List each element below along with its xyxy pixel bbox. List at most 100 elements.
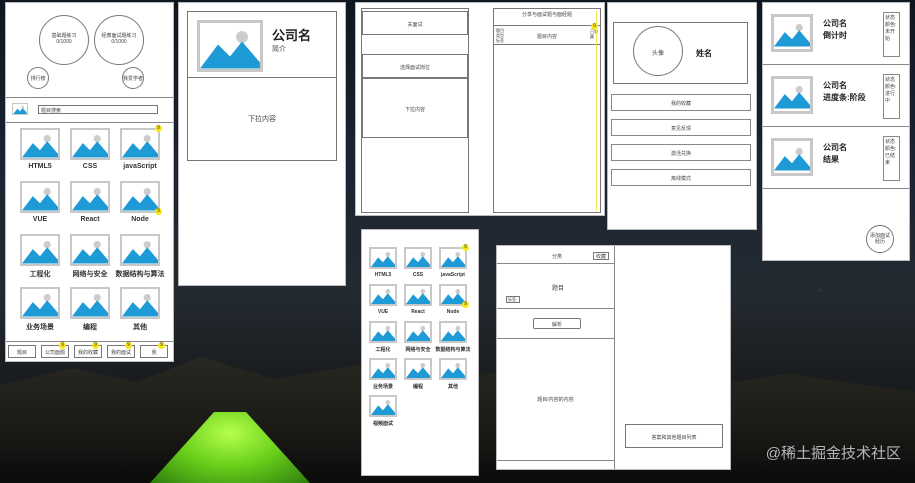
form-box[interactable]: 关面试 xyxy=(362,11,468,35)
status-text: 状态 颜色: 已结 束 xyxy=(885,139,897,166)
profile-menu-label: 我的收藏 xyxy=(670,101,691,107)
category-item[interactable]: React xyxy=(404,284,432,321)
ranking-button[interactable]: 排行榜 xyxy=(27,67,49,89)
category-item[interactable]: Node 9 xyxy=(120,181,162,234)
category-image-icon xyxy=(70,234,110,266)
count-badge: 9 xyxy=(155,125,162,132)
tab-favorite[interactable]: 收藏 xyxy=(593,252,609,260)
search-image-icon xyxy=(12,103,28,115)
divider xyxy=(188,77,336,78)
watermark: @稀土掘金技术社区 xyxy=(765,445,901,462)
category-item[interactable]: 业务场景 xyxy=(20,287,60,340)
search-input[interactable]: 题目搜索 xyxy=(38,105,158,114)
category-image-icon xyxy=(404,284,432,306)
divider xyxy=(497,338,614,339)
practice-circle-basic[interactable]: 基础题练习 0/1000 xyxy=(39,15,89,65)
practice-title: 经典面试题练习 xyxy=(101,33,137,39)
plan-label: 我爱学者 xyxy=(123,76,144,82)
nav-button[interactable]: 公司面题 9 xyxy=(41,342,69,358)
answer-button[interactable]: 解析 xyxy=(533,318,581,329)
category-item[interactable]: 数据结构与算法 xyxy=(435,321,471,358)
tab-favorite-label: 收藏 xyxy=(595,254,606,260)
company-card[interactable]: 公司名 简介 下拉内容 xyxy=(187,11,337,161)
interview-row[interactable]: 公司名 结果 状态 颜色: 已结 束 xyxy=(763,132,909,189)
category-item[interactable]: 网络与安全 xyxy=(70,234,110,287)
nav-badge: 9 xyxy=(59,342,66,349)
nav-label: 我的面试 xyxy=(110,350,131,356)
wireframe-interview-list: 公司名 倒计时 状态 颜色: 未开 始公司名 进度条:阶段 状态 颜色: 进行 中公司名… xyxy=(762,2,910,261)
category-item[interactable]: 网络与安全 xyxy=(404,321,432,358)
question-body: 题目/内容的内容 xyxy=(537,397,574,403)
tab-category[interactable]: 分类 xyxy=(552,253,562,260)
nav-button[interactable]: 我的面试 9 xyxy=(107,342,135,358)
category-item[interactable]: HTML5 xyxy=(369,247,397,284)
category-label: Node xyxy=(131,216,149,223)
category-item[interactable]: 编程 xyxy=(404,358,432,395)
count-badge: 9 xyxy=(155,208,162,215)
interview-row[interactable]: 公司名 进度条:阶段 状态 颜色: 进行 中 xyxy=(763,70,909,127)
category-item[interactable]: VUE xyxy=(20,181,60,234)
category-image-icon xyxy=(369,247,397,269)
profile-menu-item[interactable]: 我的收藏 xyxy=(611,94,751,111)
avatar[interactable]: 头像 xyxy=(633,26,683,76)
category-item[interactable]: 数据结构与算法 xyxy=(116,234,165,287)
category-item[interactable]: 其他 xyxy=(439,358,467,395)
nav-button[interactable]: 题目 xyxy=(8,345,36,358)
plan-button[interactable]: 我爱学者 xyxy=(122,67,144,89)
category-item[interactable]: Node 9 xyxy=(439,284,469,321)
category-item[interactable]: VUE xyxy=(369,284,397,321)
profile-menu-label: 意见反馈 xyxy=(670,126,691,132)
category-item[interactable]: CSS xyxy=(404,247,432,284)
role-select[interactable]: 选择面试岗位 xyxy=(362,54,468,78)
divider xyxy=(6,97,173,98)
category-item[interactable]: javaScript 9 xyxy=(120,125,162,181)
status-badge: 状态 颜色: 进行 中 xyxy=(883,74,900,119)
nav-label: 题目 xyxy=(16,350,27,356)
practice-circle-classic[interactable]: 经典面试题练习 0/1000 xyxy=(94,15,144,65)
category-image-icon xyxy=(404,247,432,269)
column-divider xyxy=(614,246,615,469)
status-text: 状态 颜色: 进行 中 xyxy=(885,77,897,104)
nav-badge: 9 xyxy=(92,342,99,349)
tag-chip[interactable]: 标签 xyxy=(506,296,520,303)
nav-label: 公司面题 xyxy=(44,350,65,356)
category-image-icon xyxy=(369,321,397,343)
add-interview-label: 添加面试 经历 xyxy=(869,233,890,245)
nav-badge: 9 xyxy=(125,342,132,349)
profile-menu-item[interactable]: 意见反馈 xyxy=(611,119,751,136)
category-item[interactable]: 其他 xyxy=(120,287,160,340)
category-item[interactable]: 工程化 xyxy=(369,321,397,358)
profile-menu-item[interactable]: 激活兑换 xyxy=(611,144,751,161)
category-item[interactable]: HTML5 xyxy=(20,128,60,181)
dropdown-content: 下拉内容 xyxy=(248,116,276,123)
divider xyxy=(497,263,614,264)
nav-button[interactable]: 我9 xyxy=(140,342,168,358)
nav-button[interactable]: 我的收藏 9 xyxy=(74,342,102,358)
category-item[interactable]: 视频面试 xyxy=(369,395,397,432)
profile-menu-label: 离线模式 xyxy=(670,176,691,182)
answer-list-box[interactable]: 答案和其他题目列表 xyxy=(625,424,723,448)
category-item[interactable]: CSS xyxy=(70,128,110,181)
category-image-icon xyxy=(369,395,397,417)
category-image-icon xyxy=(404,321,432,343)
wireframe-home-small: HTML5 CSS javaScript 9 VUE React Node 9 工程化 网络与安全… xyxy=(361,229,479,476)
category-item[interactable]: javaScript 9 xyxy=(439,244,469,284)
add-interview-button[interactable]: 添加面试 经历 xyxy=(866,225,894,253)
count-badge: 9 xyxy=(462,244,469,251)
profile-menu-item[interactable]: 离线模式 xyxy=(611,169,751,186)
question-row[interactable]: 题目 类型 标签 题目内容 已收 藏 9 xyxy=(493,23,601,45)
divider xyxy=(6,341,173,342)
category-item[interactable]: React xyxy=(70,181,110,234)
avatar-label: 头像 xyxy=(651,51,664,57)
category-item[interactable]: 工程化 xyxy=(20,234,60,287)
interview-row[interactable]: 公司名 倒计时 状态 颜色: 未开 始 xyxy=(763,8,909,65)
category-item[interactable]: 编程 xyxy=(70,287,110,340)
category-label: 其他 xyxy=(133,324,147,331)
category-item[interactable]: 业务场景 xyxy=(369,358,397,395)
form-label: 关面试 xyxy=(407,22,423,28)
category-image-icon xyxy=(120,128,160,160)
share-header: 分享与面试题与面经题 xyxy=(521,12,572,18)
company-logo-icon xyxy=(771,76,813,114)
pulldown-box[interactable]: 下拉内容 xyxy=(362,78,468,138)
question-title: 题目 xyxy=(552,286,565,292)
